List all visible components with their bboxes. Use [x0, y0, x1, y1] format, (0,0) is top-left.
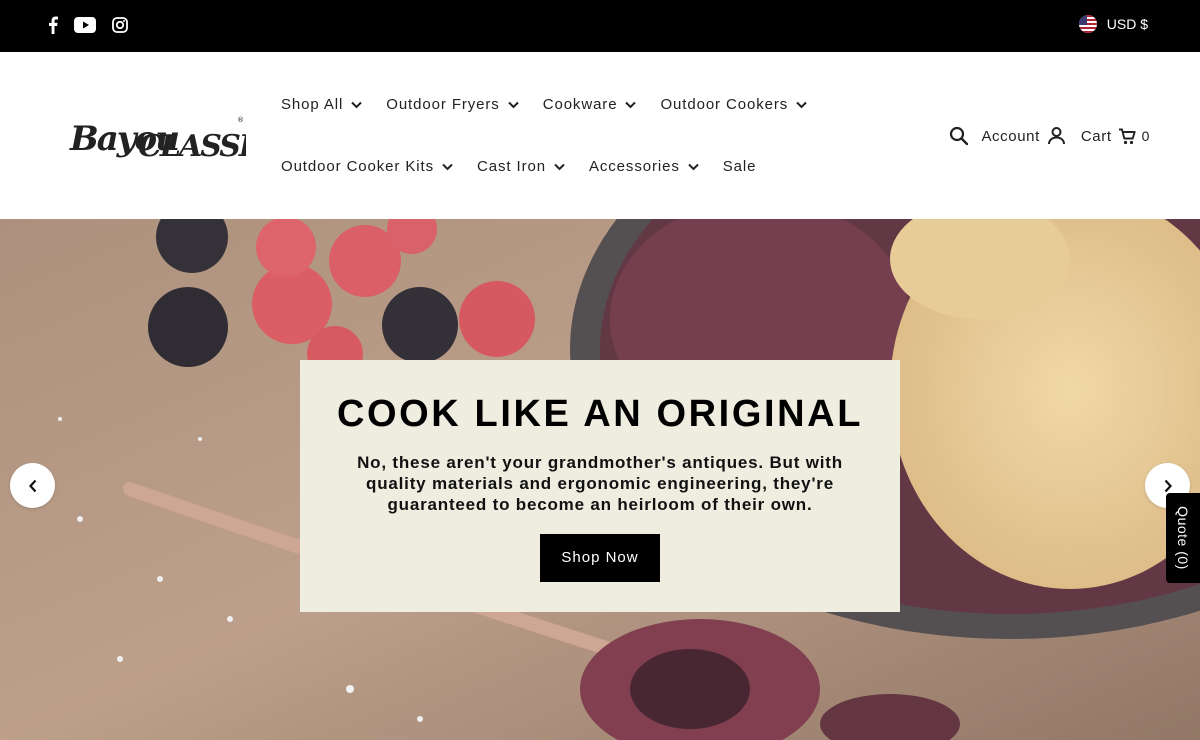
- nav-cast-iron[interactable]: Cast Iron: [477, 158, 565, 175]
- chevron-down-icon: [796, 101, 807, 108]
- svg-text:CLASSIC: CLASSIC: [138, 129, 246, 162]
- nav-sale[interactable]: Sale: [723, 158, 757, 175]
- site-header: Bayou CLASSIC ® Shop All Outdoor Fryers …: [0, 52, 1200, 219]
- us-flag-icon: [1078, 15, 1097, 33]
- chevron-left-icon: [28, 479, 36, 492]
- currency-label: USD $: [1106, 16, 1148, 32]
- chevron-down-icon: [554, 163, 565, 170]
- search-icon[interactable]: [949, 126, 969, 146]
- nav-label: Shop All: [281, 96, 344, 113]
- nav-label: Cast Iron: [477, 158, 546, 175]
- facebook-icon[interactable]: [44, 14, 62, 36]
- nav-outdoor-cooker-kits[interactable]: Outdoor Cooker Kits: [281, 158, 453, 175]
- chevron-down-icon: [508, 101, 519, 108]
- nav-outdoor-cookers[interactable]: Outdoor Cookers: [660, 96, 807, 113]
- quote-tab[interactable]: Quote (0): [1166, 493, 1200, 583]
- nav-outdoor-fryers[interactable]: Outdoor Fryers: [386, 96, 519, 113]
- account-label: Account: [981, 127, 1040, 145]
- top-bar: USD $: [0, 0, 1200, 52]
- hero-title: COOK LIKE AN ORIGINAL: [336, 393, 864, 435]
- nav-label: Outdoor Cookers: [660, 96, 789, 113]
- main-nav-row-2: Outdoor Cooker Kits Cast Iron Accessorie…: [281, 158, 780, 175]
- nav-label: Outdoor Fryers: [386, 96, 500, 113]
- youtube-icon[interactable]: [73, 14, 97, 36]
- brand-logo[interactable]: Bayou CLASSIC ®: [68, 110, 277, 164]
- nav-accessories[interactable]: Accessories: [589, 158, 699, 175]
- nav-cookware[interactable]: Cookware: [543, 96, 637, 113]
- quote-tab-label: Quote (0): [1175, 506, 1191, 570]
- svg-text:®: ®: [237, 116, 244, 124]
- nav-shop-all[interactable]: Shop All: [281, 96, 362, 113]
- account-link[interactable]: Account: [981, 127, 1065, 145]
- slider-prev-button[interactable]: [10, 463, 55, 508]
- nav-label: Accessories: [588, 158, 680, 175]
- nav-label: Cookware: [542, 96, 618, 113]
- cart-link[interactable]: Cart 0: [1081, 128, 1150, 145]
- chevron-right-icon: [1164, 479, 1172, 492]
- chevron-down-icon: [442, 163, 453, 170]
- currency-selector[interactable]: USD $: [1078, 15, 1148, 33]
- user-icon: [1047, 127, 1065, 145]
- chevron-down-icon: [351, 101, 362, 108]
- hero-subtitle: No, these aren't your grandmother's anti…: [357, 453, 843, 514]
- cart-icon: [1118, 128, 1136, 144]
- shop-now-button[interactable]: Shop Now: [540, 534, 660, 582]
- cart-count: 0: [1141, 128, 1150, 144]
- header-utilities: Account Cart 0: [949, 126, 1150, 146]
- instagram-icon[interactable]: [110, 14, 130, 36]
- hero-card: COOK LIKE AN ORIGINAL No, these aren't y…: [300, 360, 900, 612]
- nav-label: Sale: [722, 158, 757, 175]
- main-nav-row-1: Shop All Outdoor Fryers Cookware Outdoor…: [281, 96, 831, 113]
- chevron-down-icon: [625, 101, 637, 108]
- nav-label: Outdoor Cooker Kits: [281, 158, 434, 175]
- hero-banner: COOK LIKE AN ORIGINAL No, these aren't y…: [0, 219, 1200, 740]
- chevron-down-icon: [688, 163, 699, 170]
- cart-label: Cart: [1080, 127, 1112, 145]
